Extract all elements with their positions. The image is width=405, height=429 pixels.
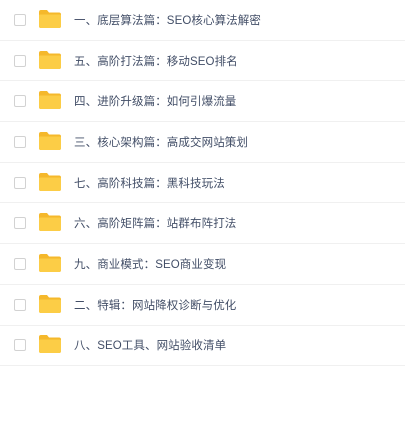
list-item[interactable]: 三、核心架构篇：高成交网站策划 (0, 122, 405, 163)
file-name[interactable]: 五、高阶打法篇：移动SEO排名 (74, 53, 238, 69)
list-item[interactable]: 九、商业模式：SEO商业变现 (0, 244, 405, 285)
list-item[interactable]: 八、SEO工具、网站验收清单 (0, 326, 405, 367)
file-list: 一、底层算法篇：SEO核心算法解密 五、高阶打法篇：移动SEO排名 四、进阶升级… (0, 0, 405, 367)
folder-icon[interactable] (38, 90, 62, 110)
row-checkbox[interactable] (14, 13, 26, 26)
folder-icon[interactable] (38, 334, 62, 354)
list-item[interactable]: 一、底层算法篇：SEO核心算法解密 (0, 0, 405, 41)
file-name[interactable]: 三、核心架构篇：高成交网站策划 (74, 134, 248, 150)
folder-icon[interactable] (38, 253, 62, 273)
row-checkbox[interactable] (14, 135, 26, 148)
folder-icon[interactable] (38, 212, 62, 232)
folder-icon[interactable] (38, 131, 62, 151)
list-item[interactable]: 六、高阶矩阵篇：站群布阵打法 (0, 203, 405, 245)
folder-icon[interactable] (38, 50, 62, 70)
folder-icon[interactable] (38, 9, 62, 29)
list-item[interactable]: 四、进阶升级篇：如何引爆流量 (0, 81, 405, 123)
file-name[interactable]: 二、特辑：网站降权诊断与优化 (74, 297, 236, 313)
file-name[interactable]: 六、高阶矩阵篇：站群布阵打法 (74, 215, 236, 231)
list-item[interactable]: 五、高阶打法篇：移动SEO排名 (0, 41, 405, 82)
row-checkbox[interactable] (14, 339, 26, 352)
folder-icon[interactable] (38, 294, 62, 314)
file-name[interactable]: 七、高阶科技篇：黑科技玩法 (74, 175, 225, 191)
list-item[interactable]: 七、高阶科技篇：黑科技玩法 (0, 163, 405, 204)
file-name[interactable]: 一、底层算法篇：SEO核心算法解密 (74, 12, 261, 28)
row-checkbox[interactable] (14, 257, 26, 270)
row-checkbox[interactable] (14, 298, 26, 311)
file-name[interactable]: 八、SEO工具、网站验收清单 (74, 337, 226, 353)
list-item[interactable]: 二、特辑：网站降权诊断与优化 (0, 285, 405, 326)
folder-icon[interactable] (38, 172, 62, 192)
row-checkbox[interactable] (14, 217, 26, 230)
file-name[interactable]: 四、进阶升级篇：如何引爆流量 (74, 93, 236, 109)
file-name[interactable]: 九、商业模式：SEO商业变现 (74, 256, 226, 272)
row-checkbox[interactable] (14, 176, 26, 189)
row-checkbox[interactable] (14, 54, 26, 67)
row-checkbox[interactable] (14, 95, 26, 108)
